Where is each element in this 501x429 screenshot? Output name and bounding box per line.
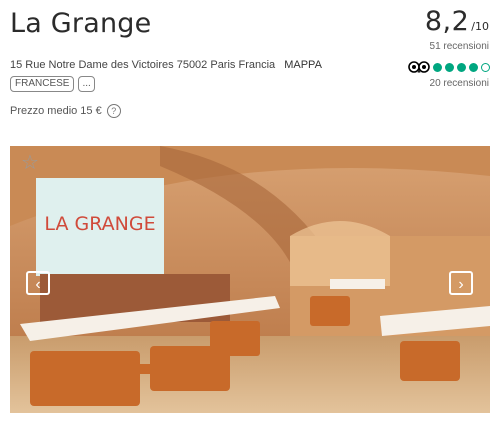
tag-francese[interactable]: FRANCESE [10,76,75,92]
rating-value: 8,2 [424,6,470,37]
rating-score: 8,2/10 [425,6,489,37]
rating-scale: /10 [471,20,489,33]
tripadvisor-owl-icon [408,61,430,73]
tripadvisor-bubble-1 [433,62,442,72]
sign-text: LA GRANGE [44,213,155,235]
tripadvisor-rating[interactable] [408,61,490,73]
gallery-next-button[interactable]: › [449,271,473,295]
avg-price: Prezzo medio 15 € ? [10,104,121,118]
rating-reviews[interactable]: 51 recensioni [430,41,489,52]
tripadvisor-bubble-3 [457,62,466,72]
restaurant-photo[interactable]: LA GRANGE [10,146,490,413]
restaurant-name: La Grange [10,8,152,39]
cuisine-tags: FRANCESE ... [10,76,95,92]
map-link[interactable]: MAPPA [284,59,322,71]
address-text: 15 Rue Notre Dame des Victoires 75002 Pa… [10,59,276,71]
help-icon[interactable]: ? [106,104,121,118]
favorite-star-icon[interactable]: ☆ [21,150,39,175]
tripadvisor-reviews[interactable]: 20 recensioni [430,78,489,89]
avg-price-text: Prezzo medio 15 € [10,105,102,117]
address: 15 Rue Notre Dame des Victoires 75002 Pa… [10,59,322,71]
tag-more[interactable]: ... [78,76,95,92]
tripadvisor-bubble-2 [445,62,454,72]
tripadvisor-bubble-4 [469,62,478,72]
tripadvisor-bubble-5 [481,62,490,72]
gallery-prev-button[interactable]: ‹ [26,271,50,295]
